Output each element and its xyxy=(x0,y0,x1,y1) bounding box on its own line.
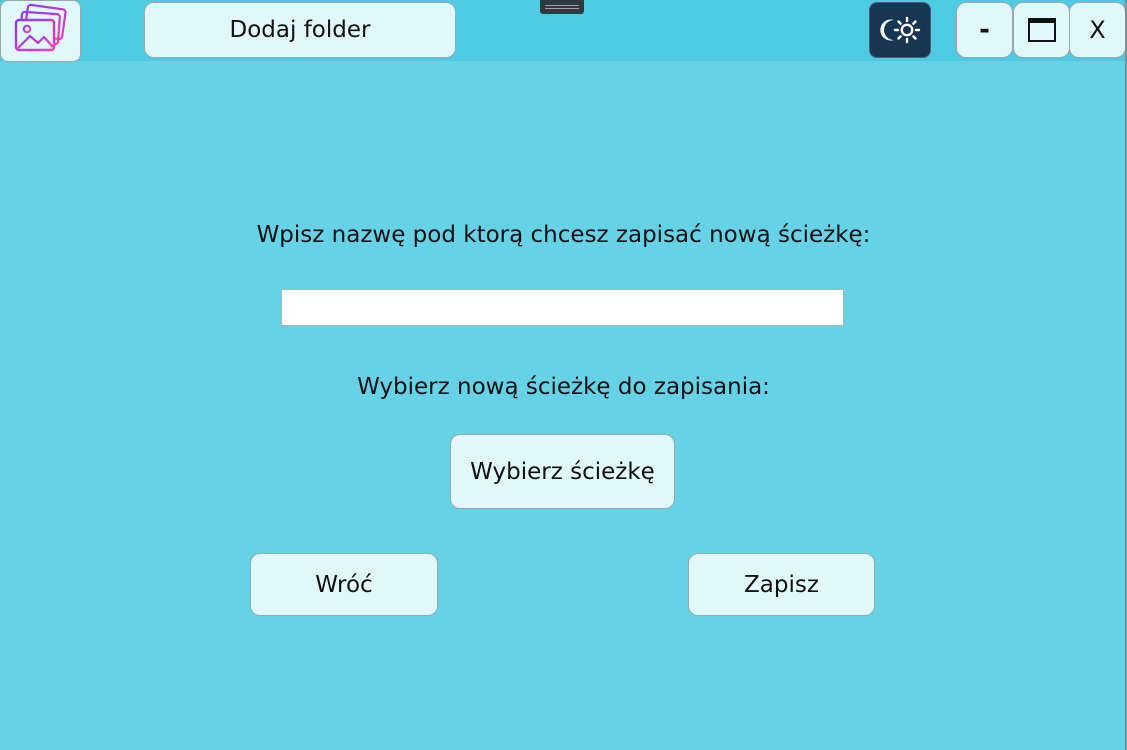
moon-sun-icon xyxy=(876,13,924,47)
close-label: X xyxy=(1089,16,1106,44)
path-prompt-label: Wybierz nową ścieżkę do zapisania: xyxy=(357,374,770,400)
path-name-input[interactable] xyxy=(281,289,844,326)
add-folder-button[interactable]: Dodaj folder xyxy=(144,2,456,58)
add-folder-label: Dodaj folder xyxy=(229,17,371,43)
save-button[interactable]: Zapisz xyxy=(688,553,875,616)
gallery-images-icon xyxy=(10,3,72,59)
maximize-icon xyxy=(1027,17,1057,43)
app-icon-button[interactable] xyxy=(0,0,81,62)
app-window: Dodaj folder - X Wpisz nazwę pod ktorą c… xyxy=(0,0,1127,750)
minimize-button[interactable]: - xyxy=(956,2,1013,58)
close-button[interactable]: X xyxy=(1069,2,1125,58)
minimize-label: - xyxy=(979,15,990,45)
back-button[interactable]: Wróć xyxy=(250,553,438,616)
save-label: Zapisz xyxy=(744,571,819,598)
drag-handle[interactable] xyxy=(540,0,584,14)
back-label: Wróć xyxy=(315,571,373,598)
choose-path-label: Wybierz ścieżkę xyxy=(470,458,655,485)
choose-path-button[interactable]: Wybierz ścieżkę xyxy=(450,434,675,509)
maximize-button[interactable] xyxy=(1013,2,1070,58)
name-prompt-label: Wpisz nazwę pod ktorą chcesz zapisać now… xyxy=(256,222,871,248)
theme-toggle-button[interactable] xyxy=(869,2,931,58)
